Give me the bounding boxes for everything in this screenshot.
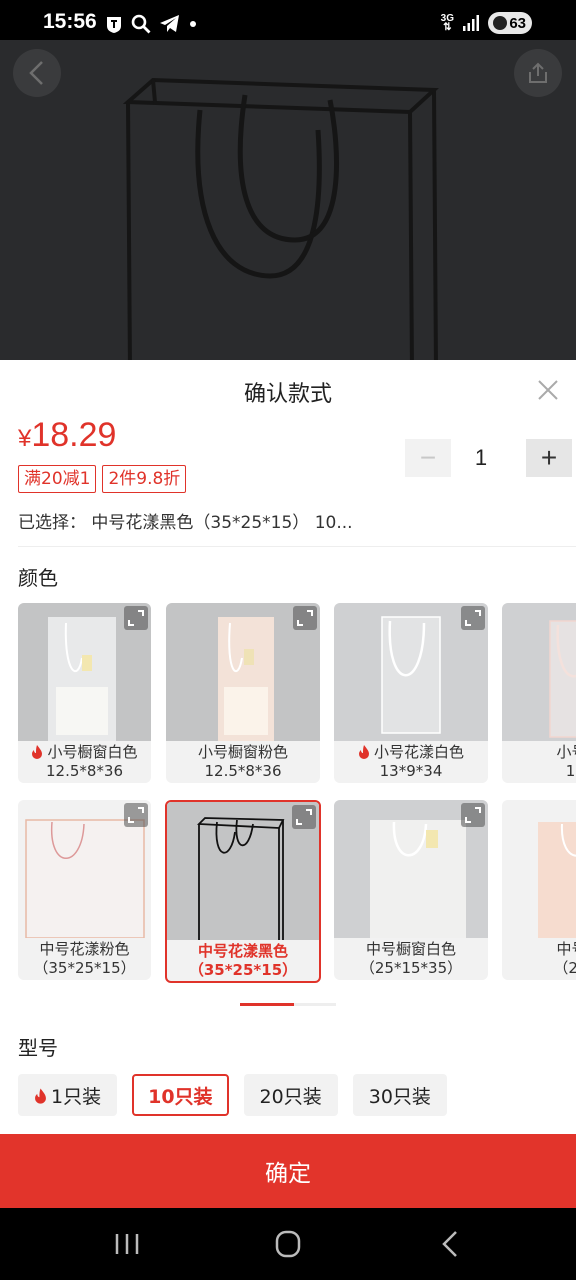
option-image: [502, 603, 576, 741]
option-label: 小号花漾白色 13*9*34: [334, 743, 488, 781]
expand-icon[interactable]: [124, 606, 148, 630]
option-size: 12.5*8*36: [45, 762, 124, 780]
product-image: [0, 40, 576, 360]
model-option-10-pack[interactable]: 10只装: [132, 1074, 229, 1116]
confirm-button[interactable]: 确定: [0, 1134, 576, 1208]
price-value: 18.29: [31, 416, 117, 454]
color-option-small-window-white[interactable]: 小号橱窗白色 12.5*8*36: [18, 603, 151, 783]
color-option-medium-window-partial[interactable]: 中号橱（25*1: [502, 800, 576, 980]
close-button[interactable]: [536, 378, 560, 402]
battery-saver-icon: [493, 16, 507, 30]
shield-icon: [107, 16, 121, 33]
option-size: 12.5*8*36: [204, 762, 282, 780]
promo-tag: 2件9.8折: [102, 465, 187, 493]
color-options: 小号橱窗白色12.5*8*36 小号橱窗粉色12.5*8*36 小号花漾白色: [18, 603, 576, 983]
option-size: 13*: [565, 762, 576, 780]
recents-icon: [115, 1234, 139, 1254]
fire-icon: [35, 1087, 46, 1104]
status-icons-right: 3G ⇅ 63: [441, 12, 532, 34]
option-size: （25*15*35）: [359, 959, 463, 977]
model-option-1-pack[interactable]: 1只装: [18, 1074, 118, 1116]
option-name: 中号橱: [556, 940, 576, 958]
color-option-small-window-pink[interactable]: 小号橱窗粉色 12.5*8*36: [166, 603, 320, 783]
network-label: 3G ⇅: [440, 13, 454, 33]
model-options: 1只装 10只装 20只装 30只装: [18, 1074, 447, 1116]
scroll-indicator-thumb: [240, 1003, 294, 1006]
expand-icon[interactable]: [124, 803, 148, 827]
color-option-medium-floral-pink[interactable]: 中号花漾粉色 （35*25*15）: [18, 800, 151, 980]
navigation-bar: [0, 1208, 576, 1280]
back-icon: [442, 1231, 457, 1257]
quantity-value[interactable]: 1: [451, 445, 511, 471]
option-name: 中号花漾粉色: [39, 940, 130, 958]
currency-symbol: ¥: [18, 425, 32, 452]
color-option-medium-floral-black[interactable]: 中号花漾黑色 （35*25*15）: [165, 800, 321, 983]
share-button[interactable]: [514, 49, 562, 97]
back-arrow-icon: [29, 61, 43, 85]
option-name: 中号橱窗白色: [365, 940, 456, 958]
selected-summary: 已选择： 中号花漾黑色（35*25*15） 10...: [18, 513, 353, 533]
model-section-title: 型号: [18, 1036, 58, 1060]
option-size: （35*25*15）: [33, 959, 136, 977]
recents-button[interactable]: [107, 1226, 147, 1262]
nav-back-button[interactable]: [430, 1226, 470, 1262]
search-icon: [131, 14, 151, 34]
option-size: 13*9*34: [379, 762, 443, 780]
bag-illustration: [122, 77, 439, 360]
option-label: 小号橱窗白色 12.5*8*36: [18, 743, 151, 781]
option-name: 小号橱窗粉色: [197, 743, 288, 761]
home-button[interactable]: [268, 1226, 308, 1262]
option-label: 中号花漾粉色 （35*25*15）: [18, 940, 151, 978]
battery-icon: 63: [488, 12, 532, 34]
scroll-indicator: [240, 1003, 336, 1006]
promo-tags: 满20减1 2件9.8折: [18, 465, 187, 493]
option-name: 小号橱窗白色: [47, 743, 138, 761]
expand-icon[interactable]: [293, 606, 317, 630]
option-image: [502, 800, 576, 938]
price: ¥18.29: [18, 416, 116, 455]
option-label: 中号花漾黑色 （35*25*15）: [167, 942, 319, 980]
home-icon: [275, 1230, 301, 1258]
expand-icon[interactable]: [461, 606, 485, 630]
color-option-medium-window-white[interactable]: 中号橱窗白色 （25*15*35）: [334, 800, 488, 980]
color-option-small-floral-partial[interactable]: 小号花13*: [502, 603, 576, 783]
model-option-20-pack[interactable]: 20只装: [243, 1074, 338, 1116]
back-button[interactable]: [13, 49, 61, 97]
promo-tag: 满20减1: [18, 465, 97, 493]
dot-icon: [190, 21, 196, 27]
option-label: 中号橱窗白色 （25*15*35）: [334, 940, 488, 978]
fire-icon: [32, 745, 43, 759]
option-name: 小号花: [556, 743, 576, 761]
style-confirm-sheet: 确认款式 ¥18.29 满20减1 2件9.8折 − 1 + 已选择： 中号花漾…: [0, 360, 576, 1208]
telegram-icon: [160, 15, 179, 32]
option-name: 中号花漾黑色: [197, 942, 288, 960]
option-size: （25*1: [553, 959, 576, 977]
decrease-button[interactable]: −: [405, 439, 451, 477]
status-time: 15:56: [43, 10, 97, 33]
increase-button[interactable]: +: [526, 439, 572, 477]
battery-level: 63: [509, 14, 526, 32]
status-icons-left: [105, 14, 197, 34]
quantity-stepper: − 1 +: [405, 439, 572, 477]
option-name: 小号花漾白色: [373, 743, 464, 761]
divider: [18, 546, 576, 547]
screen: 15:56 3G ⇅ 63 确认款式 ¥18.29 满20减1 2件9.8折 −…: [0, 0, 576, 1280]
model-option-30-pack[interactable]: 30只装: [352, 1074, 447, 1116]
expand-icon[interactable]: [461, 803, 485, 827]
option-size: （35*25*15）: [188, 961, 298, 979]
fire-icon: [358, 745, 369, 759]
sheet-title: 确认款式: [243, 382, 332, 407]
option-label: 中号橱（25*1: [502, 940, 576, 978]
share-icon: [529, 62, 547, 83]
network-type: 3G: [440, 13, 454, 24]
model-option-label: 1只装: [51, 1085, 102, 1108]
signal-icon: [463, 15, 479, 31]
option-label: 小号花13*: [502, 743, 576, 781]
option-label: 小号橱窗粉色 12.5*8*36: [166, 743, 320, 781]
color-section-title: 颜色: [18, 566, 58, 590]
color-option-small-floral-white[interactable]: 小号花漾白色 13*9*34: [334, 603, 488, 783]
close-icon: [538, 380, 558, 400]
expand-icon[interactable]: [292, 805, 316, 829]
